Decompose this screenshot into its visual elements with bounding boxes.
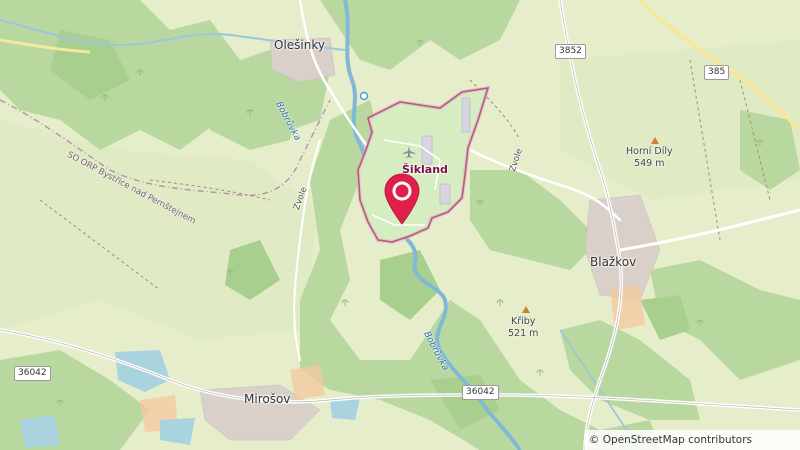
road-shield-3852: 3852 — [555, 44, 586, 59]
town-label-blazkov: Blažkov — [590, 255, 637, 269]
peak-name: Křiby — [510, 316, 536, 327]
road-shield-385: 385 — [704, 65, 730, 80]
map-view[interactable]: Olešinky Blažkov Mirošov Horní Díly 549 … — [0, 0, 800, 450]
town-label-olesinky: Olešinky — [274, 38, 325, 52]
town-label-mirosov: Mirošov — [244, 392, 291, 406]
road-shield-36042: 36042 — [14, 366, 51, 381]
peak-name: Horní Díly — [626, 146, 673, 157]
peak-label-kriby: Křiby 521 m — [508, 316, 538, 340]
airfield-icon — [403, 146, 415, 158]
location-pin-icon[interactable] — [383, 172, 421, 226]
peak-elevation: 549 m — [634, 158, 665, 169]
attribution-text[interactable]: © OpenStreetMap contributors — [589, 434, 752, 446]
road-shield-36042: 36042 — [462, 385, 499, 400]
peak-elevation: 521 m — [508, 328, 539, 339]
peak-icon — [651, 137, 659, 144]
map-attribution[interactable]: © OpenStreetMap contributors — [584, 430, 800, 450]
peak-label-horni-dily: Horní Díly 549 m — [626, 146, 673, 170]
peak-icon — [522, 306, 530, 313]
